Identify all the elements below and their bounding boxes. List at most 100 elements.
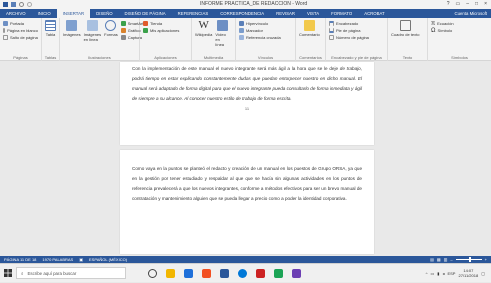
tab-inicio[interactable]: INICIO [32, 11, 57, 16]
close-icon[interactable]: × [484, 1, 487, 7]
volume-icon[interactable]: ◂ [442, 271, 444, 276]
read-mode-icon[interactable]: ▤ [430, 257, 434, 262]
save-icon[interactable] [11, 2, 16, 7]
pictures-button[interactable]: Imágenes [63, 20, 81, 42]
minimize-icon[interactable]: – [466, 1, 469, 7]
clock-date: 27/11/2018 [458, 273, 479, 278]
tab-referencias[interactable]: REFERENCIAS [172, 11, 215, 16]
symbol-button[interactable]: Ω Símbolo [431, 27, 488, 34]
task-view-icon[interactable] [148, 268, 157, 278]
excel-icon[interactable] [274, 268, 283, 278]
undo-icon[interactable] [19, 2, 24, 7]
page-count-status[interactable]: PÁGINA 11 DE 18 [4, 257, 36, 262]
wikipedia-button[interactable]: W Wikipedia [195, 20, 212, 47]
footer-button[interactable]: Pie de página [329, 27, 384, 34]
online-picture-icon [86, 20, 98, 31]
page-number-icon [329, 35, 334, 40]
blank-page-button[interactable]: Página en blanco [3, 27, 38, 34]
user-account[interactable]: Cuenta Microsoft [455, 11, 491, 16]
cross-reference-button[interactable]: Referencia cruzada [239, 34, 292, 41]
search-icon: ⌕ [21, 270, 24, 276]
page-2-text[interactable]: Como vaya en la puntos se planteó el red… [132, 164, 362, 204]
quick-access-toolbar [0, 2, 32, 7]
onenote-icon[interactable] [292, 268, 301, 278]
text-box-button[interactable]: Cuadro de texto [391, 20, 419, 37]
group-label: Vínculos [257, 55, 274, 60]
office-icon[interactable] [202, 268, 211, 278]
tab-insertar[interactable]: INSERTAR [56, 9, 91, 18]
portada-button[interactable]: Portada [3, 20, 38, 27]
group-paginas: Portada Página en blanco Salto de página… [0, 18, 42, 61]
windows-logo-icon [4, 269, 12, 277]
status-bar: PÁGINA 11 DE 18 1970 PALABRAS ▣ ESPAÑOL … [0, 256, 491, 263]
omega-icon: Ω [431, 27, 436, 34]
group-vinculos: Hipervínculo Marcador Referencia cruzada… [236, 18, 296, 61]
proofing-icon[interactable]: ▣ [79, 257, 83, 262]
bookmark-button[interactable]: Marcador [239, 27, 292, 34]
page-number-button[interactable]: Número de página [329, 34, 384, 41]
equation-button[interactable]: π Ecuación [431, 20, 488, 27]
zoom-out-icon[interactable]: – [450, 257, 452, 262]
page-break-button[interactable]: Salto de página [3, 34, 38, 41]
group-label: Comentarios [299, 55, 322, 60]
shapes-button[interactable]: Formas [104, 20, 118, 42]
windows-taskbar: ⌕ Escribe aquí para buscar ^ ▭ ▮ ◂ ESP 1… [0, 263, 491, 282]
chart-icon [120, 28, 126, 33]
tab-vista[interactable]: VISTA [301, 11, 325, 16]
tab-formato[interactable]: FORMATO [325, 11, 358, 16]
zoom-slider[interactable] [455, 257, 482, 262]
page-1-text[interactable]: Con la implementación de este manual el … [132, 64, 362, 104]
print-layout-icon[interactable]: ▦ [437, 257, 441, 262]
network-icon[interactable]: ▭ [430, 271, 434, 276]
taskbar-search[interactable]: ⌕ Escribe aquí para buscar [16, 267, 126, 279]
tab-archivo[interactable]: ARCHIVO [0, 11, 32, 16]
zoom-in-icon[interactable]: + [485, 257, 487, 262]
group-label: Encabezado y pie de página [331, 55, 382, 60]
picture-icon [66, 20, 78, 31]
help-icon[interactable]: ? [447, 1, 450, 7]
tab-diseno-pagina[interactable]: DISEÑO DE PÁGINA [119, 11, 172, 16]
battery-icon[interactable]: ▮ [437, 271, 439, 276]
file-explorer-icon[interactable] [166, 268, 175, 278]
redo-icon[interactable] [27, 2, 32, 7]
language-status[interactable]: ESPAÑOL (MÉXICO) [89, 257, 127, 262]
ribbon: Portada Página en blanco Salto de página… [0, 18, 491, 61]
web-layout-icon[interactable]: ▥ [444, 257, 448, 262]
comment-icon [303, 20, 315, 31]
tab-diseno[interactable]: DISEÑO [90, 11, 118, 16]
zoom-thumb[interactable] [468, 257, 471, 262]
ribbon-tab-bar: ARCHIVO INICIO INSERTAR DISEÑO DISEÑO DE… [0, 9, 491, 18]
my-apps-button[interactable]: Mis aplicaciones [143, 27, 188, 34]
edge-icon[interactable] [184, 268, 193, 278]
store-button[interactable]: Tienda [143, 20, 188, 27]
tab-acrobat[interactable]: ACROBAT [358, 11, 390, 16]
chrome-icon[interactable] [238, 268, 247, 278]
group-label: Texto [402, 55, 413, 60]
tab-correspondencia[interactable]: CORRESPONDENCIA [214, 11, 270, 16]
header-button[interactable]: Encabezado [329, 20, 384, 27]
online-pictures-button[interactable]: Imágenes en línea [84, 20, 101, 42]
document-title: INFORME PRACTICA_DE REDACCION - Word [200, 1, 308, 7]
maximize-icon[interactable]: □ [475, 1, 478, 7]
cover-page-icon [3, 21, 8, 26]
tab-revisar[interactable]: REVISAR [270, 11, 301, 16]
view-zoom-controls: ▤ ▦ ▥ – + [430, 257, 487, 262]
document-page-1[interactable]: Con la implementación de este manual el … [120, 62, 374, 145]
start-button[interactable] [0, 264, 16, 283]
chevron-up-icon[interactable]: ^ [426, 271, 428, 276]
language-indicator[interactable]: ESP [447, 271, 455, 276]
notifications-icon[interactable]: ▢ [481, 271, 485, 276]
group-tablas: Tabla Tablas [42, 18, 60, 61]
word-count-status[interactable]: 1970 PALABRAS [42, 257, 73, 262]
store-icon [143, 21, 148, 26]
document-page-2[interactable]: Como vaya en la puntos se planteó el red… [120, 150, 374, 254]
comment-button[interactable]: Comentario [299, 20, 320, 37]
table-button[interactable]: Tabla [45, 20, 56, 37]
word-icon[interactable] [220, 268, 229, 278]
group-multimedia: W Wikipedia Vídeo en línea Multimedia [192, 18, 236, 61]
ribbon-display-icon[interactable]: ▭ [456, 1, 461, 7]
acrobat-icon[interactable] [256, 268, 265, 278]
clock[interactable]: 14:07 27/11/2018 [458, 268, 478, 278]
hyperlink-button[interactable]: Hipervínculo [239, 20, 292, 27]
online-video-button[interactable]: Vídeo en línea [215, 20, 229, 47]
